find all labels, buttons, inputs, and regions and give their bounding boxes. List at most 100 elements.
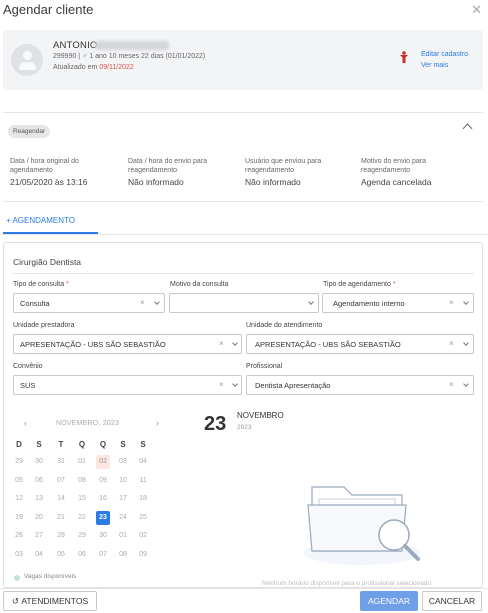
chevron-down-icon	[463, 340, 469, 346]
calendar-day[interactable]: 08	[116, 548, 130, 562]
cancelar-button[interactable]: CANCELAR	[422, 591, 482, 611]
calendar-day[interactable]: 15	[75, 492, 89, 506]
tipo-consulta-label: Tipo de consulta *	[13, 281, 69, 288]
atendimentos-button[interactable]: ↺ ATENDIMENTOS	[3, 591, 97, 611]
calendar-weekday: S	[36, 440, 42, 449]
clear-icon[interactable]: ×	[449, 339, 454, 348]
unidade-prestadora-select[interactable]: APRESENTAÇÃO - UBS SÃO SEBASTIÃO ×	[13, 334, 242, 354]
clear-icon[interactable]: ×	[449, 380, 454, 389]
calendar-day[interactable]: 18	[136, 492, 150, 506]
calendar-day[interactable]: 22	[75, 511, 89, 525]
reschedule-reason-value: Agenda cancelada	[361, 177, 432, 187]
see-more-link[interactable]: Ver mais	[421, 62, 448, 69]
calendar-day[interactable]: 09	[136, 548, 150, 562]
calendar-day[interactable]: 06	[75, 548, 89, 562]
calendar-day[interactable]: 29	[12, 455, 26, 469]
calendar-weekday: Q	[78, 440, 86, 449]
sent-datetime-label: Data / hora do envio para reagendamento	[128, 158, 207, 174]
chevron-down-icon	[463, 299, 469, 305]
male-icon: ♂	[82, 53, 88, 60]
calendar-day[interactable]: 14	[54, 492, 68, 506]
calendar-day[interactable]: 29	[75, 529, 89, 543]
empty-hint: Nenhum horário disponível para o profiss…	[262, 580, 432, 587]
tipo-consulta-select[interactable]: Consulta ×	[13, 293, 165, 313]
reschedule-section: Reagendar Data / hora original do agenda…	[3, 112, 483, 202]
calendar-day[interactable]: 03	[116, 455, 130, 469]
calendar-day[interactable]: 03	[12, 548, 26, 562]
calendar-day[interactable]: 05	[54, 548, 68, 562]
calendar-day[interactable]: 04	[32, 548, 46, 562]
reschedule-reason-label: Motivo do envio para reagendamento	[361, 158, 426, 174]
calendar-day[interactable]: 30	[32, 455, 46, 469]
calendar-day[interactable]: 13	[32, 492, 46, 506]
calendar-day[interactable]: 02	[136, 529, 150, 543]
profissional-select[interactable]: Dentista Apresentação ×	[246, 375, 474, 395]
updated-label: Atualizado em	[53, 64, 98, 71]
calendar-day[interactable]: 05	[12, 474, 26, 488]
calendar-day[interactable]: 25	[136, 511, 150, 525]
calendar-day[interactable]: 01	[116, 529, 130, 543]
chevron-up-icon[interactable]	[462, 123, 473, 134]
updated-date: 09/11/2022	[99, 64, 134, 71]
calendar-day[interactable]: 19	[12, 511, 26, 525]
tipo-agendamento-label: Tipo de agendamento *	[323, 281, 396, 288]
unidade-atendimento-select[interactable]: APRESENTAÇÃO - UBS SÃO SEBASTIÃO ×	[246, 334, 474, 354]
calendar-day[interactable]: 17	[116, 492, 130, 506]
calendar-day[interactable]: 11	[136, 474, 150, 488]
history-icon: ↺	[11, 595, 19, 606]
calendar-day[interactable]: 02	[96, 455, 110, 469]
profissional-label: Profissional	[246, 363, 283, 370]
clear-icon[interactable]: ×	[219, 380, 224, 389]
avatar	[11, 44, 43, 76]
chevron-down-icon	[232, 381, 238, 387]
clear-icon[interactable]: ×	[219, 339, 224, 348]
calendar-day[interactable]: 26	[12, 529, 26, 543]
convenio-select[interactable]: SUS ×	[13, 375, 242, 395]
close-icon[interactable]: ✕	[471, 2, 482, 18]
sent-datetime-value: Não informado	[128, 177, 184, 187]
calendar-day[interactable]: 21	[54, 511, 68, 525]
calendar-day[interactable]: 09	[96, 474, 110, 488]
selected-day: 23	[204, 413, 227, 435]
calendar-day[interactable]: 16	[96, 492, 110, 506]
calendar-day[interactable]: 07	[96, 548, 110, 562]
clear-icon[interactable]: ×	[449, 298, 454, 307]
calendar-prev-button[interactable]: ‹	[24, 418, 27, 428]
calendar-day[interactable]: 08	[75, 474, 89, 488]
calendar-day[interactable]: 30	[96, 529, 110, 543]
calendar-day[interactable]: 27	[32, 529, 46, 543]
patient-surname-redacted	[95, 41, 169, 50]
unidade-atendimento-label: Unidade do atendimento	[246, 322, 323, 329]
selected-month: NOVEMBRO	[237, 411, 284, 420]
footer-divider	[0, 588, 488, 589]
empty-folder-icon	[304, 486, 420, 565]
calendar-weekday: D	[16, 440, 22, 449]
calendar-day[interactable]: 20	[32, 511, 46, 525]
sent-datetime: Data / hora do envio para reagendamento …	[128, 157, 240, 187]
edit-profile-link[interactable]: Editar cadastro	[421, 51, 468, 58]
calendar-day[interactable]: 31	[54, 455, 68, 469]
motivo-select[interactable]	[169, 293, 319, 313]
original-datetime-label: Data / hora original do agendamento	[10, 158, 79, 174]
clear-icon[interactable]: ×	[140, 298, 145, 307]
chevron-down-icon	[308, 299, 314, 305]
reschedule-reason: Motivo do envio para reagendamento Agend…	[361, 157, 473, 187]
calendar-day[interactable]: 07	[54, 474, 68, 488]
calendar-weekday: S	[120, 440, 126, 449]
calendar-day[interactable]: 04	[136, 455, 150, 469]
calendar-day[interactable]: 01	[75, 455, 89, 469]
calendar-day-selected[interactable]: 23	[96, 510, 110, 525]
tipo-agendamento-select[interactable]: Agendamento interno ×	[322, 293, 474, 313]
calendar-day[interactable]: 24	[116, 511, 130, 525]
tab-agendamento[interactable]: + AGENDAMENTO	[6, 216, 75, 225]
calendar-weekday: T	[58, 440, 64, 449]
calendar-month-label[interactable]: NOVEMBRO, 2023	[56, 420, 119, 427]
agendar-button[interactable]: AGENDAR	[360, 591, 418, 611]
specialty-title: Cirurgião Dentista	[13, 257, 82, 267]
calendar-day[interactable]: 12	[12, 492, 26, 506]
calendar-next-button[interactable]: ›	[156, 418, 159, 428]
calendar-day[interactable]: 06	[32, 474, 46, 488]
sent-by-user: Usuário que enviou para reagendamento Nã…	[245, 157, 357, 187]
calendar-day[interactable]: 28	[54, 529, 68, 543]
calendar-day[interactable]: 10	[116, 474, 130, 488]
